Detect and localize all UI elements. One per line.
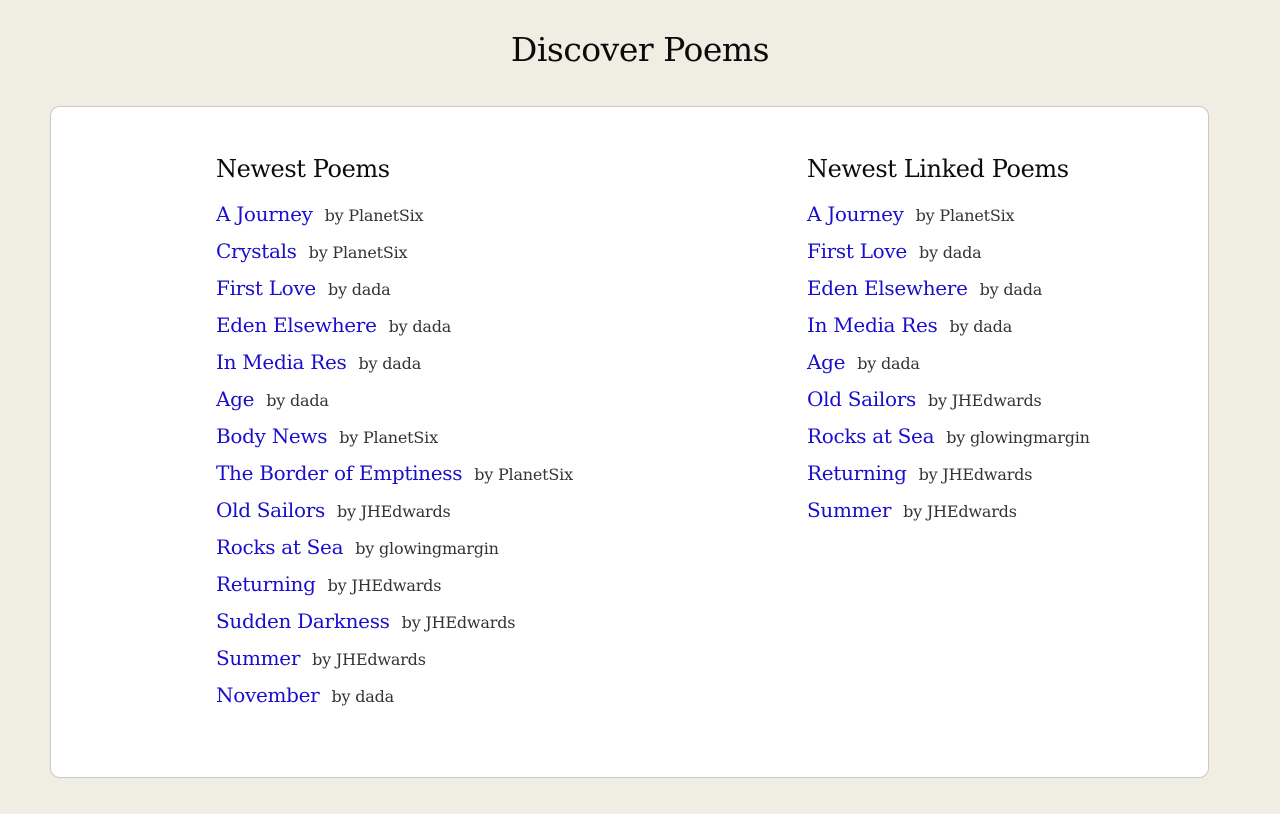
list-item: November by dada bbox=[216, 680, 573, 717]
list-item: Returning by JHEdwards bbox=[807, 458, 1090, 495]
page-title: Discover Poems bbox=[510, 30, 770, 69]
list-item: Old Sailors by JHEdwards bbox=[807, 384, 1090, 421]
list-item: Rocks at Sea by glowingmargin bbox=[807, 421, 1090, 458]
list-item: Summer by JHEdwards bbox=[216, 643, 573, 680]
list-item: Eden Elsewhere by dada bbox=[216, 310, 573, 347]
poem-author: by dada bbox=[331, 687, 394, 706]
list-item: Crystals by PlanetSix bbox=[216, 236, 573, 273]
list-item: In Media Res by dada bbox=[216, 347, 573, 384]
poem-title-link[interactable]: Returning bbox=[807, 461, 907, 485]
poem-author: by dada bbox=[327, 280, 391, 299]
poem-author: by JHEdwards bbox=[903, 502, 1017, 521]
newest-poems-list: A Journey by PlanetSix Crystals by PlanetSi… bbox=[216, 199, 573, 717]
poem-title-link[interactable]: Returning bbox=[216, 572, 316, 596]
newest-poems-heading: Newest Poems bbox=[216, 155, 390, 183]
list-item: Old Sailors by JHEdwards bbox=[216, 495, 573, 532]
poem-title-link[interactable]: Body News bbox=[216, 424, 328, 448]
poem-author: by PlanetSix bbox=[915, 206, 1015, 225]
poem-title-link[interactable]: In Media Res bbox=[807, 313, 938, 337]
poem-author: by dada bbox=[857, 354, 920, 373]
poem-author: by dada bbox=[949, 317, 1013, 336]
poem-author: by PlanetSix bbox=[308, 243, 408, 262]
poem-title-link[interactable]: Old Sailors bbox=[807, 387, 916, 411]
poem-title-link[interactable]: Sudden Darkness bbox=[216, 609, 390, 633]
poem-title-link[interactable]: Old Sailors bbox=[216, 498, 325, 522]
poem-author: by JHEdwards bbox=[336, 502, 451, 521]
poem-title-link[interactable]: Summer bbox=[807, 498, 891, 522]
poem-author: by JHEdwards bbox=[401, 613, 516, 632]
newest-linked-poems-heading: Newest Linked Poems bbox=[807, 155, 1069, 183]
poem-title-link[interactable]: In Media Res bbox=[216, 350, 347, 374]
newest-linked-poems-section: Newest Linked Poems A Journey by PlanetSi… bbox=[807, 153, 1090, 532]
list-item: First Love by dada bbox=[807, 236, 1090, 273]
list-item: A Journey by PlanetSix bbox=[216, 199, 573, 236]
list-item: Eden Elsewhere by dada bbox=[807, 273, 1090, 310]
poem-author: by dada bbox=[358, 354, 422, 373]
poem-author: by PlanetSix bbox=[339, 428, 438, 447]
poem-author: by JHEdwards bbox=[312, 650, 426, 669]
poem-title-link[interactable]: A Journey bbox=[807, 202, 904, 226]
poem-author: by dada bbox=[918, 243, 982, 262]
list-item: The Border of Emptiness by PlanetSix bbox=[216, 458, 573, 495]
list-item: A Journey by PlanetSix bbox=[807, 199, 1090, 236]
poem-author: by PlanetSix bbox=[324, 206, 424, 225]
poem-author: by dada bbox=[388, 317, 452, 336]
poem-author: by dada bbox=[266, 391, 329, 410]
list-item: Summer by JHEdwards bbox=[807, 495, 1090, 532]
list-item: Sudden Darkness by JHEdwards bbox=[216, 606, 573, 643]
poem-title-link[interactable]: Eden Elsewhere bbox=[807, 276, 968, 300]
poem-author: by dada bbox=[979, 280, 1043, 299]
newest-linked-poems-list: A Journey by PlanetSix First Love by dada Ed… bbox=[807, 199, 1090, 532]
poem-author: by JHEdwards bbox=[927, 391, 1042, 410]
poem-title-link[interactable]: First Love bbox=[216, 276, 316, 300]
poem-title-link[interactable]: Eden Elsewhere bbox=[216, 313, 377, 337]
list-item: Age by dada bbox=[807, 347, 1090, 384]
list-item: Returning by JHEdwards bbox=[216, 569, 573, 606]
poem-author: by glowingmargin bbox=[355, 539, 499, 558]
poem-title-link[interactable]: November bbox=[216, 683, 320, 707]
poem-title-link[interactable]: Age bbox=[807, 350, 845, 374]
poem-title-link[interactable]: Crystals bbox=[216, 239, 297, 263]
poem-author: by JHEdwards bbox=[327, 576, 442, 595]
poem-author: by glowingmargin bbox=[946, 428, 1090, 447]
poem-title-link[interactable]: A Journey bbox=[216, 202, 313, 226]
poem-title-link[interactable]: Age bbox=[216, 387, 254, 411]
poem-title-link[interactable]: Rocks at Sea bbox=[216, 535, 344, 559]
poem-title-link[interactable]: First Love bbox=[807, 239, 907, 263]
list-item: Rocks at Sea by glowingmargin bbox=[216, 532, 573, 569]
list-item: First Love by dada bbox=[216, 273, 573, 310]
poem-author: by PlanetSix bbox=[474, 465, 573, 484]
poem-title-link[interactable]: The Border of Emptiness bbox=[216, 461, 463, 485]
list-item: Body News by PlanetSix bbox=[216, 421, 573, 458]
poem-author: by JHEdwards bbox=[918, 465, 1033, 484]
poem-title-link[interactable]: Summer bbox=[216, 646, 300, 670]
poems-card: Newest Poems A Journey by PlanetSix Crysta… bbox=[50, 106, 1209, 778]
list-item: Age by dada bbox=[216, 384, 573, 421]
poem-title-link[interactable]: Rocks at Sea bbox=[807, 424, 935, 448]
newest-poems-section: Newest Poems A Journey by PlanetSix Crysta… bbox=[216, 153, 573, 717]
list-item: In Media Res by dada bbox=[807, 310, 1090, 347]
